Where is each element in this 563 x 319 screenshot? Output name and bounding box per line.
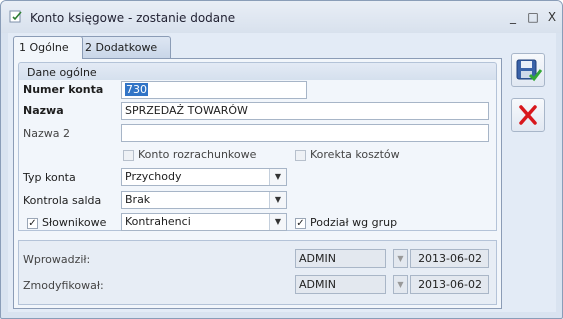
typ-konta-value: Przychody: [125, 170, 182, 183]
nazwa-label: Nazwa: [23, 104, 64, 117]
title-bar[interactable]: Konto księgowe - zostanie dodane _ □ X: [1, 1, 562, 33]
konto-rozrachunkowe-label: Konto rozrachunkowe: [138, 148, 257, 161]
wprowadzil-date: 2013-06-02: [410, 249, 489, 268]
numer-konta-input[interactable]: 730: [121, 81, 307, 99]
chevron-down-icon: ▼: [393, 249, 408, 268]
wprowadzil-label: Wprowadził:: [23, 253, 91, 266]
chevron-down-icon[interactable]: ▼: [269, 169, 286, 185]
zmodyfikowal-date: 2013-06-02: [410, 275, 489, 294]
nazwa-input[interactable]: SPRZEDAŻ TOWARÓW: [121, 102, 489, 120]
nazwa2-input[interactable]: [121, 124, 489, 142]
section-title: Dane ogólne: [27, 66, 97, 79]
kontrola-salda-value: Brak: [125, 193, 151, 206]
zmodyfikowal-label: Zmodyfikował:: [23, 279, 104, 292]
audit-group: Wprowadził: ADMIN ▼ 2013-06-02 Zmodyfiko…: [18, 240, 497, 305]
tab-dodatkowe[interactable]: 2 Dodatkowe: [79, 36, 171, 58]
slownikowe-checkbox[interactable]: ✓: [27, 218, 38, 229]
slownikowe-value: Kontrahenci: [125, 215, 191, 228]
typ-konta-select[interactable]: Przychody ▼: [121, 168, 287, 186]
tab-ogolne[interactable]: 1 Ogólne: [13, 36, 83, 59]
korekta-kosztow-label: Korekta kosztów: [310, 148, 400, 161]
minimize-button[interactable]: _: [506, 10, 520, 24]
korekta-kosztow-checkbox[interactable]: [295, 150, 306, 161]
close-button[interactable]: X: [545, 10, 559, 24]
numer-konta-value: 730: [125, 83, 148, 96]
chevron-down-icon[interactable]: ▼: [269, 192, 286, 208]
podzial-wg-grup-label: Podział wg grup: [310, 216, 398, 229]
slownikowe-label: Słownikowe: [42, 216, 107, 229]
maximize-button[interactable]: □: [526, 10, 540, 24]
nazwa2-label: Nazwa 2: [23, 127, 70, 140]
chevron-down-icon: ▼: [393, 275, 408, 294]
konto-rozrachunkowe-checkbox[interactable]: [123, 150, 134, 161]
zmodyfikowal-user: ADMIN: [295, 275, 386, 294]
typ-konta-label: Typ konta: [23, 171, 76, 184]
podzial-wg-grup-checkbox[interactable]: ✓: [295, 218, 306, 229]
save-button[interactable]: [511, 53, 545, 87]
numer-konta-label: Numer konta: [23, 83, 104, 96]
window-title: Konto księgowe - zostanie dodane: [30, 11, 236, 25]
document-check-icon: [9, 10, 22, 23]
chevron-down-icon[interactable]: ▼: [269, 214, 286, 230]
close-icon: [519, 105, 537, 125]
cancel-button[interactable]: [511, 98, 545, 132]
kontrola-salda-select[interactable]: Brak ▼: [121, 191, 287, 209]
slownikowe-select[interactable]: Kontrahenci ▼: [121, 213, 287, 231]
dialog-window: Konto księgowe - zostanie dodane _ □ X 1…: [0, 0, 563, 319]
kontrola-salda-label: Kontrola salda: [23, 194, 102, 207]
dane-ogolne-group: Numer konta 730 Nazwa SPRZEDAŻ TOWARÓW N…: [18, 80, 497, 231]
wprowadzil-user: ADMIN: [295, 249, 386, 268]
save-icon: [516, 59, 543, 82]
tab-panel-ogolne: Dane ogólne Numer konta 730 Nazwa SPRZED…: [13, 58, 502, 309]
section-header: Dane ogólne: [18, 62, 497, 80]
dialog-content: 1 Ogólne 2 Dodatkowe Dane ogólne Numer k…: [8, 33, 556, 312]
